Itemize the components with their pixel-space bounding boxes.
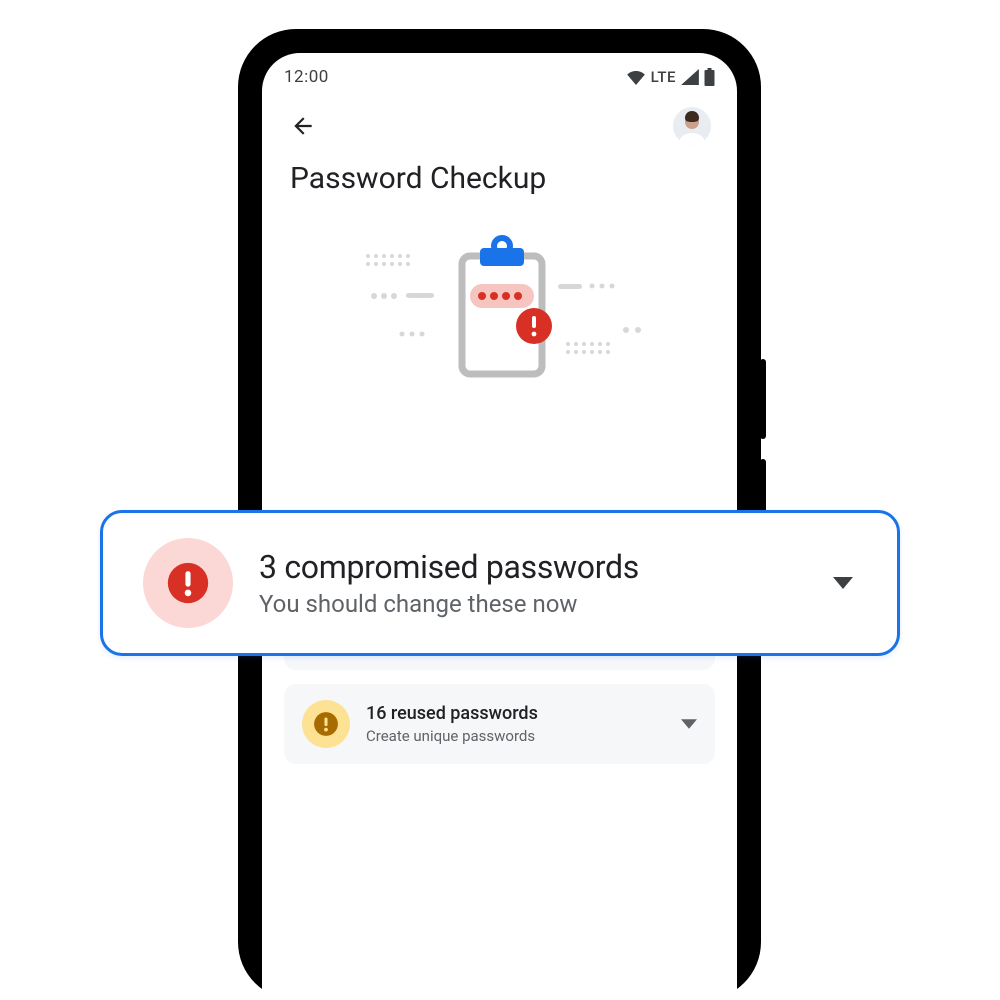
callout-title: 3 compromised passwords (259, 548, 807, 586)
reused-passwords-card[interactable]: 16 reused passwords Create unique passwo… (284, 684, 715, 764)
app-bar (262, 93, 737, 151)
hero-illustration (262, 204, 737, 420)
signal-icon (681, 69, 699, 85)
danger-icon (143, 538, 233, 628)
status-bar: 12:00 LTE (262, 53, 737, 93)
phone-side-button (760, 359, 766, 439)
avatar-icon (673, 107, 711, 145)
chevron-down-icon (681, 716, 697, 732)
arrow-left-icon (290, 113, 316, 139)
avatar[interactable] (673, 107, 711, 145)
card-title: 16 reused passwords (366, 703, 665, 726)
wifi-icon (626, 69, 646, 85)
alert-circle-icon (313, 711, 339, 737)
chevron-down-icon (833, 573, 853, 593)
alert-circle-icon (166, 561, 210, 605)
card-subtitle: Create unique passwords (366, 727, 665, 745)
back-button[interactable] (286, 109, 320, 143)
compromised-passwords-callout[interactable]: 3 compromised passwords You should chang… (100, 510, 900, 656)
clock-label: 12:00 (284, 67, 329, 87)
clipboard-illustration-icon (300, 234, 700, 394)
phone-side-button (760, 459, 766, 513)
network-label: LTE (651, 68, 676, 86)
callout-subtitle: You should change these now (259, 590, 807, 618)
battery-icon (704, 68, 715, 86)
status-icons: LTE (626, 68, 715, 86)
warning-icon (302, 700, 350, 748)
page-title: Password Checkup (262, 151, 737, 204)
